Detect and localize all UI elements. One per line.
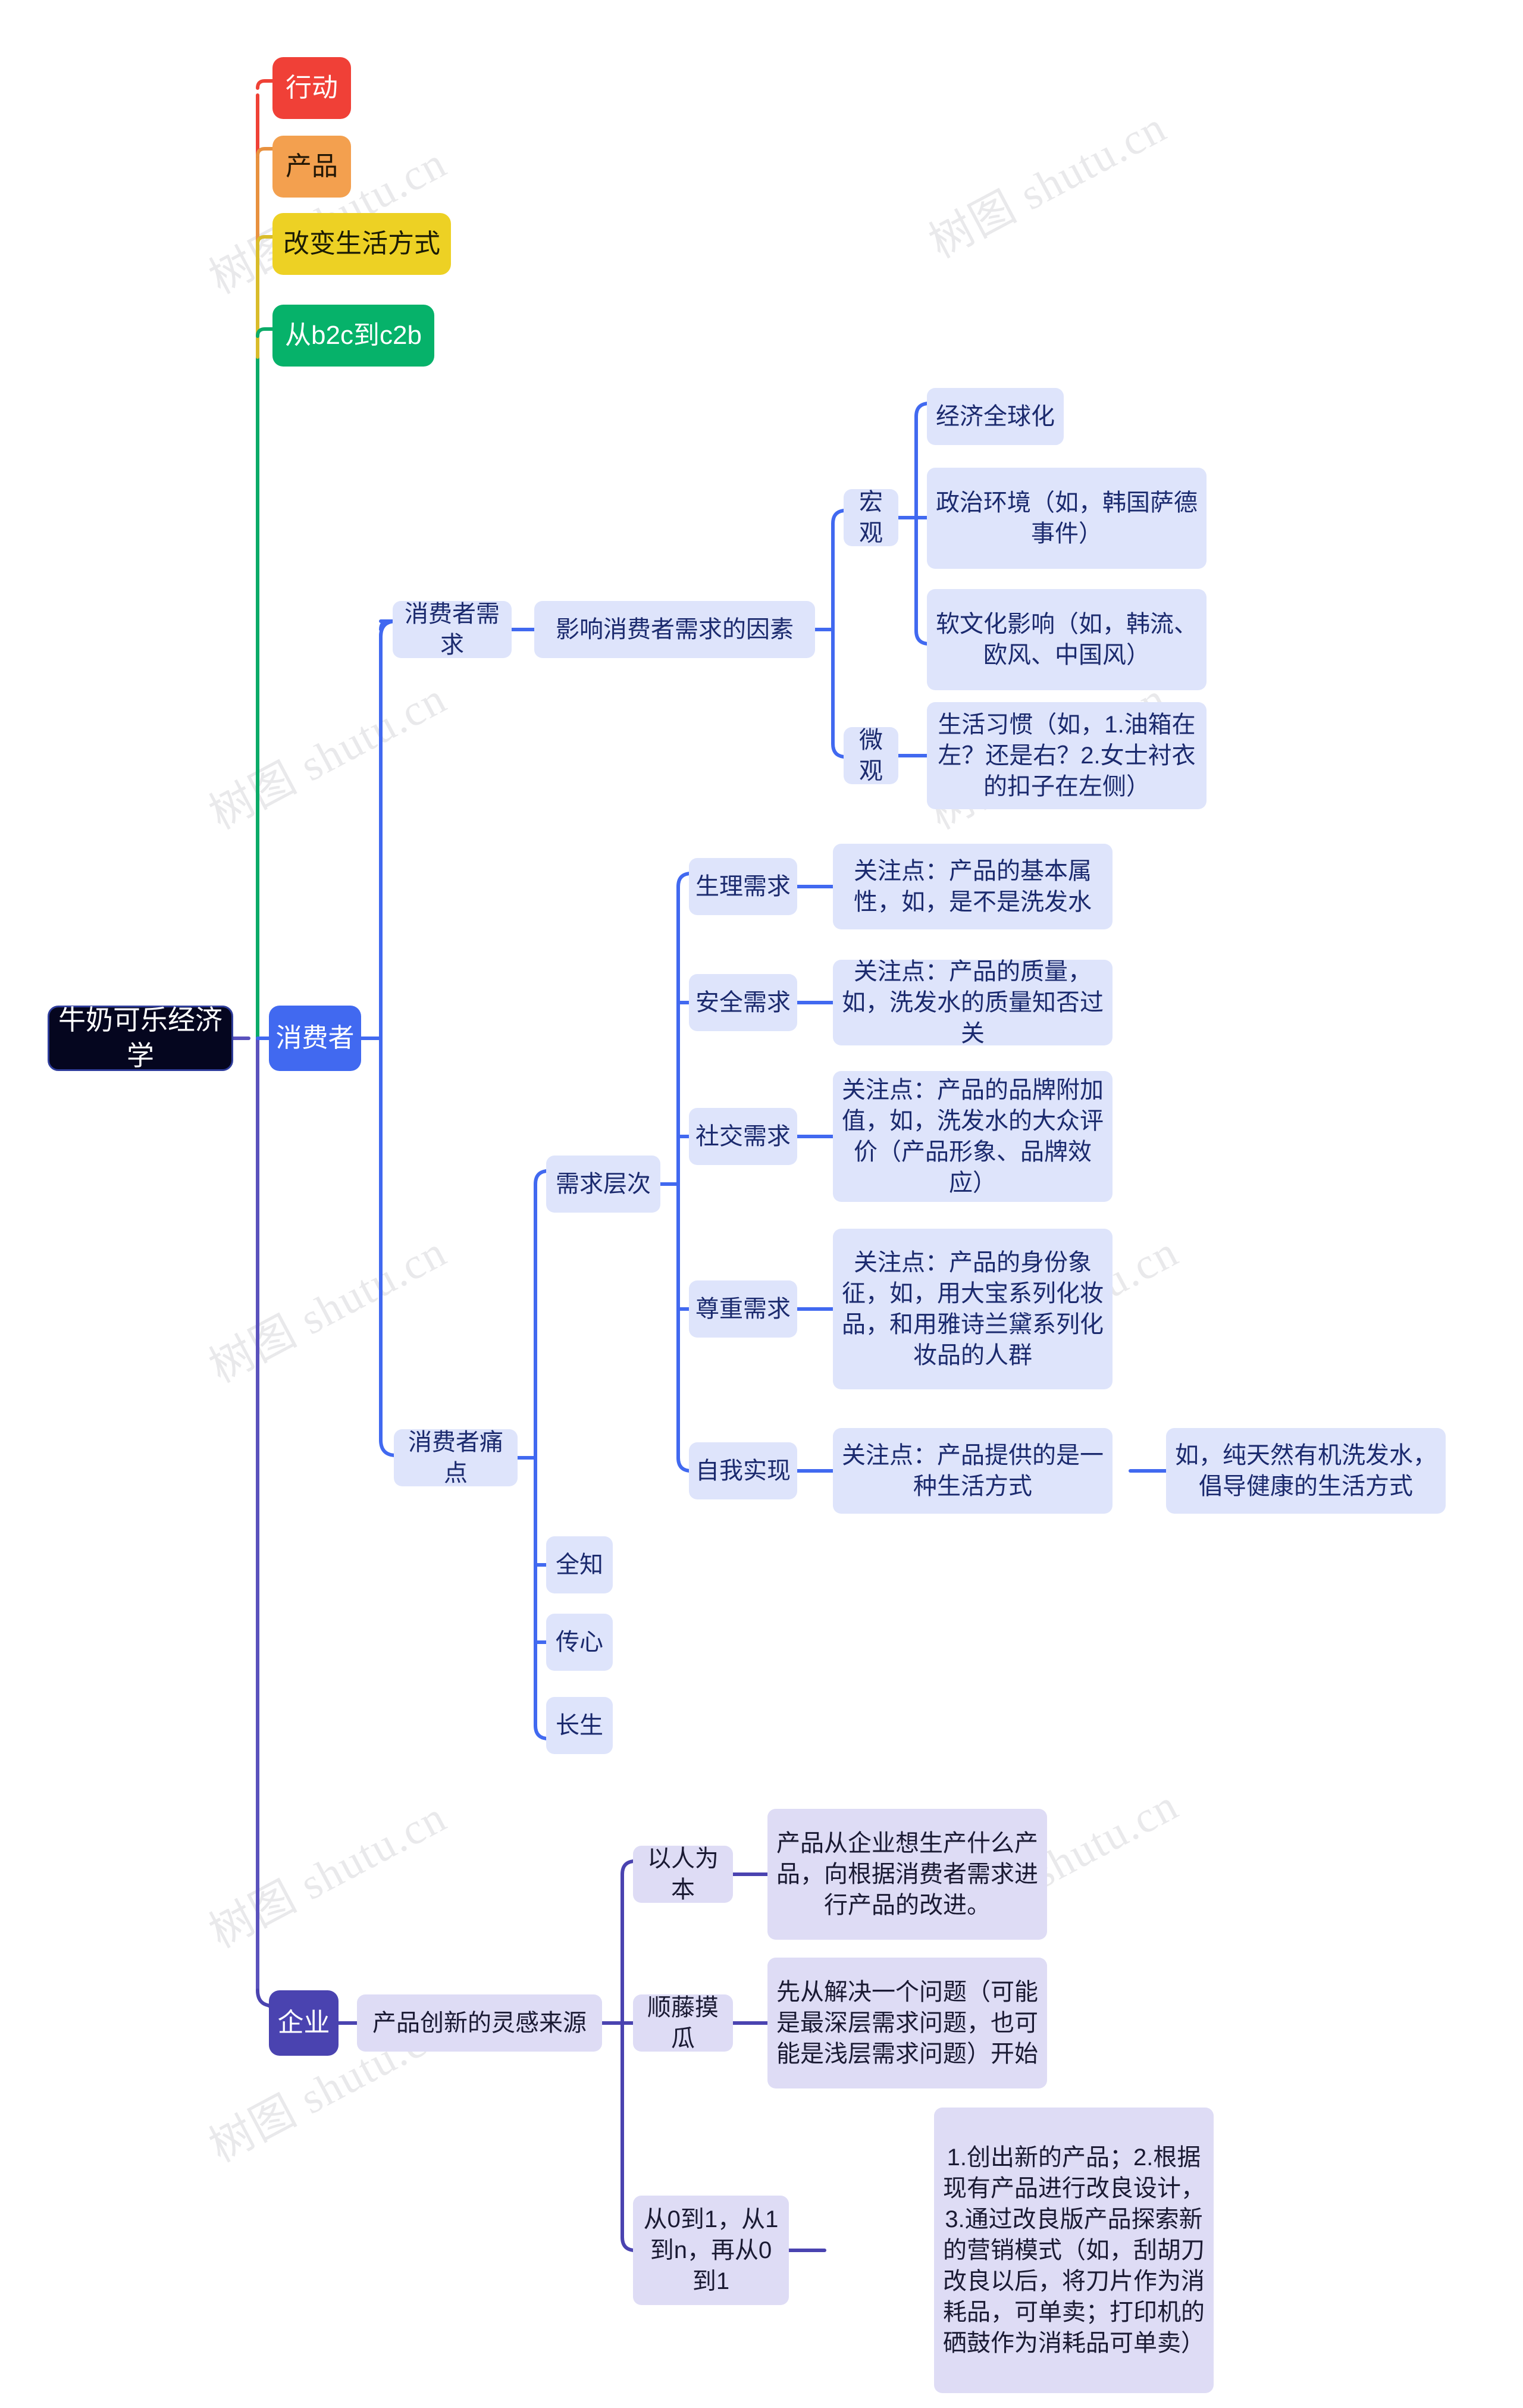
node-painpoint-longevity[interactable]: 长生 <box>546 1697 613 1754</box>
node-people-first-detail[interactable]: 产品从企业想生产什么产品，向根据消费者需求进行产品的改进。 <box>767 1809 1047 1940</box>
node-demand-factors[interactable]: 影响消费者需求的因素 <box>534 601 815 658</box>
watermark: 树图 shutu.cn <box>202 1227 455 1393</box>
mindmap-canvas: 树图 shutu.cn 树图 shutu.cn 树图 shutu.cn 树图 s… <box>0 0 1523 2408</box>
node-change-lifestyle[interactable]: 改变生活方式 <box>272 213 451 275</box>
node-micro-habits[interactable]: 生活习惯（如，1.油箱在左？还是右？2.女士衬衣的扣子在左侧） <box>927 702 1207 809</box>
watermark: 树图 shutu.cn <box>922 102 1174 268</box>
node-need-selfactualization-example[interactable]: 如，纯天然有机洗发水，倡导健康的生活方式 <box>1166 1428 1446 1514</box>
node-painpoint-heart[interactable]: 传心 <box>546 1614 613 1671</box>
node-consumer-demand[interactable]: 消费者需求 <box>393 601 512 658</box>
node-need-social-detail[interactable]: 关注点：产品的品牌附加值，如，洗发水的大众评价（产品形象、品牌效应） <box>833 1071 1113 1202</box>
node-zero-to-one-detail[interactable]: 1.创出新的产品；2.根据现有产品进行改良设计，3.通过改良版产品探索新的营销模… <box>934 2108 1214 2393</box>
node-micro[interactable]: 微观 <box>844 727 898 784</box>
node-need-esteem-detail[interactable]: 关注点：产品的身份象征，如，用大宝系列化妆品，和用雅诗兰黛系列化妆品的人群 <box>833 1229 1113 1389</box>
node-people-first[interactable]: 以人为本 <box>633 1846 733 1903</box>
node-follow-vine-detail[interactable]: 先从解决一个问题（可能是最深层需求问题，也可能是浅层需求问题）开始 <box>767 1958 1047 2088</box>
node-need-safety-detail[interactable]: 关注点：产品的质量，如，洗发水的质量知否过关 <box>833 959 1113 1047</box>
node-macro-globalization[interactable]: 经济全球化 <box>927 388 1064 445</box>
node-consumer-painpoint[interactable]: 消费者痛点 <box>394 1429 518 1486</box>
node-product[interactable]: 产品 <box>272 136 351 198</box>
node-consumer[interactable]: 消费者 <box>269 1006 361 1071</box>
node-follow-vine[interactable]: 顺藤摸瓜 <box>633 1994 733 2052</box>
node-need-selfactualization[interactable]: 自我实现 <box>689 1442 797 1499</box>
connector-lines <box>231 79 1168 2252</box>
node-need-selfactualization-detail[interactable]: 关注点：产品提供的是一种生活方式 <box>833 1428 1113 1514</box>
node-root-title[interactable]: 牛奶可乐经济学 <box>48 1004 233 1071</box>
node-action[interactable]: 行动 <box>272 57 351 119</box>
node-need-safety[interactable]: 安全需求 <box>689 974 797 1031</box>
node-need-social[interactable]: 社交需求 <box>689 1108 797 1165</box>
node-zero-to-one[interactable]: 从0到1，从1到n，再从0到1 <box>633 2196 789 2305</box>
watermark: 树图 shutu.cn <box>202 674 455 840</box>
node-enterprise[interactable]: 企业 <box>269 1990 339 2056</box>
node-painpoint-omniscient[interactable]: 全知 <box>546 1536 613 1593</box>
node-need-esteem[interactable]: 尊重需求 <box>689 1280 797 1338</box>
node-macro-soft-culture[interactable]: 软文化影响（如，韩流、欧风、中国风） <box>927 589 1207 690</box>
node-macro[interactable]: 宏观 <box>844 489 898 546</box>
node-demand-levels[interactable]: 需求层次 <box>546 1156 660 1213</box>
node-need-physiological[interactable]: 生理需求 <box>689 858 797 915</box>
node-b2c-to-c2b[interactable]: 从b2c到c2b <box>272 305 434 367</box>
node-need-physiological-detail[interactable]: 关注点：产品的基本属性，如，是不是洗发水 <box>833 844 1113 929</box>
node-innovation-source[interactable]: 产品创新的灵感来源 <box>357 1994 602 2052</box>
watermark: 树图 shutu.cn <box>202 1792 455 1958</box>
node-macro-politics[interactable]: 政治环境（如，韩国萨德事件） <box>927 468 1207 569</box>
